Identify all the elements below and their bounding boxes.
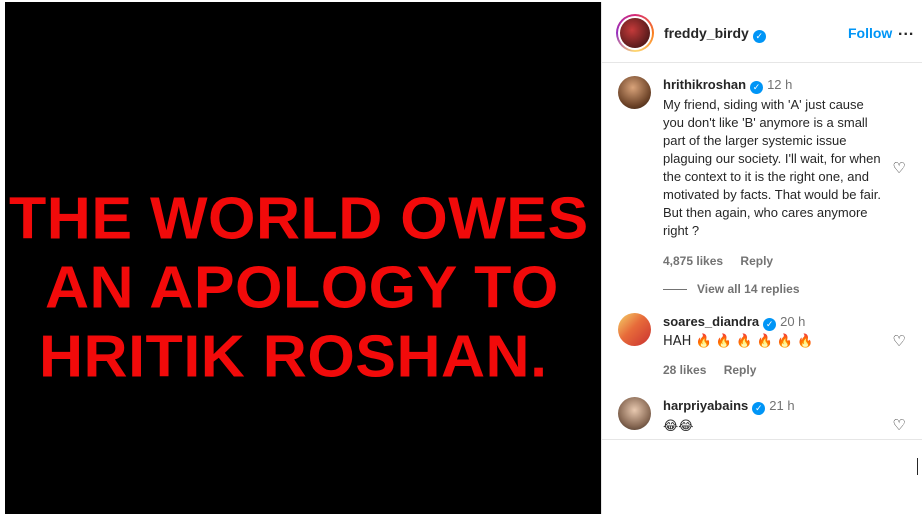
heart-outline-icon[interactable]: ♡ — [891, 334, 907, 350]
comment-text: My friend, siding with 'A' just cause yo… — [663, 97, 881, 238]
commenter-username[interactable]: hrithikroshan — [663, 77, 746, 92]
comment-meta: 4,875 likes Reply — [663, 254, 885, 268]
commenter-avatar[interactable] — [618, 397, 651, 430]
author-username[interactable]: freddy_birdy ✓ — [664, 25, 766, 43]
author-avatar[interactable] — [616, 14, 654, 52]
reply-button[interactable]: Reply — [740, 254, 773, 268]
heart-outline-icon[interactable]: ♡ — [891, 418, 907, 434]
comment-text: HAH 🔥 🔥 🔥 🔥 🔥 🔥 — [663, 334, 814, 349]
headline-line-1: THE WORLD OWES — [9, 184, 589, 251]
post-header: freddy_birdy ✓ Follow ... — [602, 2, 922, 63]
verified-badge-icon: ✓ — [763, 318, 777, 331]
post-image[interactable]: THE WORLD OWES AN APOLOGY TO HRITIK ROSH… — [5, 2, 601, 514]
commenter-username[interactable]: harpriyabains — [663, 398, 748, 413]
verified-badge-icon: ✓ — [752, 402, 766, 415]
divider — [602, 439, 922, 440]
author-username-text[interactable]: freddy_birdy — [664, 25, 749, 41]
verified-badge-icon: ✓ — [752, 30, 766, 43]
heart-outline-icon[interactable]: ♡ — [891, 161, 907, 177]
commenter-avatar[interactable] — [618, 76, 651, 109]
verified-badge-icon: ✓ — [750, 81, 764, 94]
reply-button[interactable]: Reply — [724, 363, 757, 377]
headline-line-2: AN APOLOGY TO — [45, 253, 559, 320]
follow-button[interactable]: Follow — [848, 25, 892, 41]
comment-text: 😂😂 — [663, 419, 694, 434]
instagram-post-view: THE WORLD OWES AN APOLOGY TO HRITIK ROSH… — [0, 0, 922, 514]
like-count[interactable]: 4,875 likes — [663, 254, 723, 268]
comment-time[interactable]: 21 h — [769, 398, 794, 413]
commenter-username[interactable]: soares_diandra — [663, 314, 759, 329]
comments-panel: freddy_birdy ✓ Follow ... hrithikroshan ✓ 1… — [601, 2, 922, 514]
more-options-icon[interactable]: ... — [898, 22, 914, 40]
view-replies-button[interactable]: View all 14 replies — [663, 282, 800, 296]
comment-time[interactable]: 20 h — [780, 314, 805, 329]
like-count[interactable]: 28 likes — [663, 363, 706, 377]
comment-meta: 28 likes Reply — [663, 363, 885, 377]
view-replies-label[interactable]: View all 14 replies — [697, 282, 800, 296]
commenter-avatar[interactable] — [618, 313, 651, 346]
text-cursor — [917, 458, 918, 475]
comment-time[interactable]: 12 h — [767, 77, 792, 92]
divider-dash — [663, 289, 687, 291]
headline-line-3: HRITIK ROSHAN. — [39, 322, 548, 389]
